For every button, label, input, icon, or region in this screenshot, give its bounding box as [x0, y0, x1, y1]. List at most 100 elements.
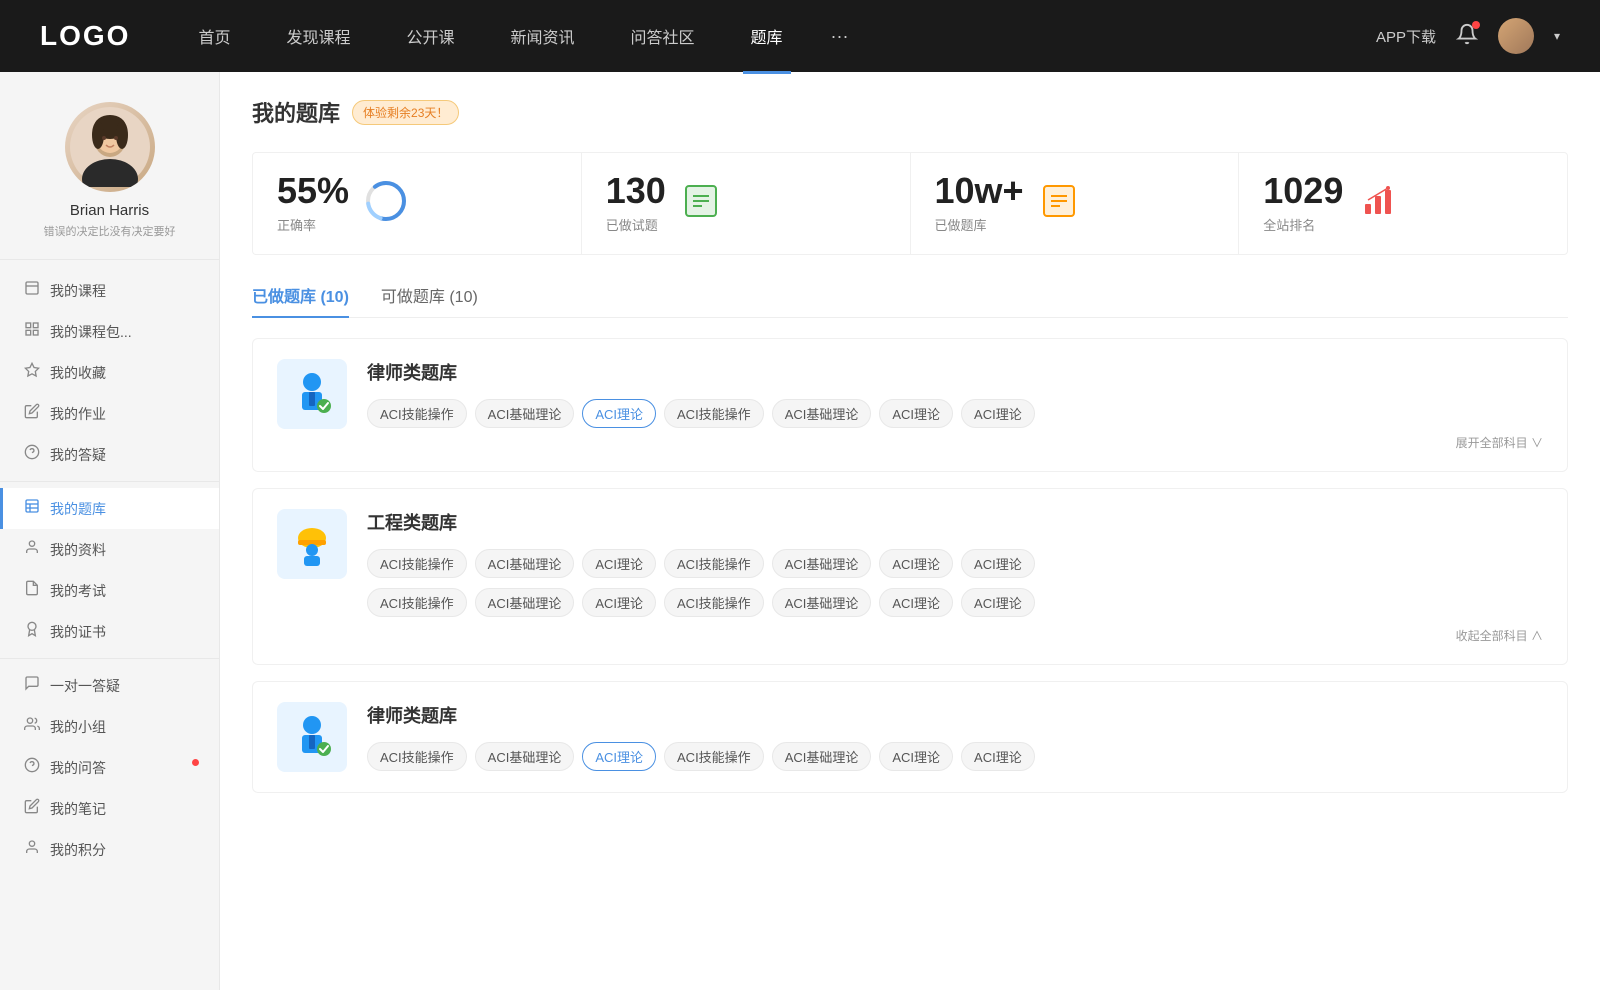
exams-icon [24, 580, 40, 601]
tab-row: 已做题库 (10) 可做题库 (10) [252, 283, 1568, 318]
tag-3-1[interactable]: ACI技能操作 [367, 742, 467, 771]
tag-2-8[interactable]: ACI技能操作 [367, 588, 467, 617]
stat-value-rank: 1029 [1263, 173, 1343, 209]
content-area: 我的题库 体验剩余23天！ 55% 正确率 [220, 72, 1600, 990]
sidebar-item-one-on-one[interactable]: 一对一答疑 [0, 665, 219, 706]
sidebar-item-my-qa[interactable]: 我的问答 [0, 747, 219, 788]
sidebar-label-homework: 我的作业 [50, 404, 106, 424]
tags-row-engineer-1: ACI技能操作 ACI基础理论 ACI理论 ACI技能操作 ACI基础理论 AC… [367, 549, 1543, 578]
tag-1-7[interactable]: ACI理论 [961, 399, 1035, 428]
stat-banks-done: 10w+ 已做题库 [911, 153, 1240, 254]
sidebar-item-group[interactable]: 我的小组 [0, 706, 219, 747]
page-title-row: 我的题库 体验剩余23天！ [252, 96, 1568, 128]
sidebar-item-courses[interactable]: 我的课程 [0, 270, 219, 311]
lawyer-icon-wrap-2 [277, 702, 347, 772]
nav-more[interactable]: ··· [831, 26, 849, 47]
tag-2-2[interactable]: ACI基础理论 [475, 549, 575, 578]
bank-content-lawyer-1: 律师类题库 ACI技能操作 ACI基础理论 ACI理论 ACI技能操作 ACI基… [367, 359, 1543, 451]
trial-badge: 体验剩余23天！ [352, 100, 459, 125]
tag-2-5[interactable]: ACI基础理论 [772, 549, 872, 578]
bank-content-lawyer-2: 律师类题库 ACI技能操作 ACI基础理论 ACI理论 ACI技能操作 ACI基… [367, 702, 1543, 771]
tag-2-14[interactable]: ACI理论 [961, 588, 1035, 617]
sidebar-item-course-packages[interactable]: 我的课程包... [0, 311, 219, 352]
sidebar-item-notes[interactable]: 我的笔记 [0, 788, 219, 829]
certificates-icon [24, 621, 40, 642]
rank-icon [1359, 182, 1397, 225]
sidebar-item-exams[interactable]: 我的考试 [0, 570, 219, 611]
tag-2-6[interactable]: ACI理论 [879, 549, 953, 578]
lawyer-icon-wrap-1 [277, 359, 347, 429]
sidebar-item-certificates[interactable]: 我的证书 [0, 611, 219, 652]
tag-3-3[interactable]: ACI理论 [582, 742, 656, 771]
sidebar-item-homework[interactable]: 我的作业 [0, 393, 219, 434]
sidebar-item-profile[interactable]: 我的资料 [0, 529, 219, 570]
tag-2-12[interactable]: ACI基础理论 [772, 588, 872, 617]
tag-1-5[interactable]: ACI基础理论 [772, 399, 872, 428]
tag-2-4[interactable]: ACI技能操作 [664, 549, 764, 578]
tag-2-9[interactable]: ACI基础理论 [475, 588, 575, 617]
banks-done-icon [1040, 182, 1078, 225]
tag-2-1[interactable]: ACI技能操作 [367, 549, 467, 578]
sidebar-label-points: 我的积分 [50, 840, 106, 860]
user-menu-chevron[interactable]: ▾ [1554, 29, 1560, 43]
sidebar-divider-2 [0, 658, 219, 659]
sidebar-label-profile: 我的资料 [50, 540, 106, 560]
tags-row-lawyer-2: ACI技能操作 ACI基础理论 ACI理论 ACI技能操作 ACI基础理论 AC… [367, 742, 1543, 771]
homework-icon [24, 403, 40, 424]
tag-1-2[interactable]: ACI基础理论 [475, 399, 575, 428]
sidebar-item-question-bank[interactable]: 我的题库 [0, 488, 219, 529]
tag-2-10[interactable]: ACI理论 [582, 588, 656, 617]
tag-2-3[interactable]: ACI理论 [582, 549, 656, 578]
nav-qa[interactable]: 问答社区 [623, 20, 703, 52]
tag-2-11[interactable]: ACI技能操作 [664, 588, 764, 617]
user-name: Brian Harris [70, 202, 149, 219]
sidebar-label-one-on-one: 一对一答疑 [50, 676, 120, 696]
expand-btn-lawyer-1[interactable]: 展开全部科目 ∨ [367, 434, 1543, 451]
sidebar-label-exams: 我的考试 [50, 581, 106, 601]
nav-home[interactable]: 首页 [190, 20, 238, 52]
nav-question-bank[interactable]: 题库 [743, 20, 791, 52]
sidebar-item-points[interactable]: 我的积分 [0, 829, 219, 870]
collapse-btn-engineer[interactable]: 收起全部科目 ∧ [367, 627, 1543, 644]
tag-2-7[interactable]: ACI理论 [961, 549, 1035, 578]
tab-available-banks[interactable]: 可做题库 (10) [381, 283, 478, 317]
nav-news[interactable]: 新闻资讯 [503, 20, 583, 52]
tag-1-4[interactable]: ACI技能操作 [664, 399, 764, 428]
tag-1-6[interactable]: ACI理论 [879, 399, 953, 428]
tags-row-lawyer-1: ACI技能操作 ACI基础理论 ACI理论 ACI技能操作 ACI基础理论 AC… [367, 399, 1543, 428]
sidebar-item-favorites[interactable]: 我的收藏 [0, 352, 219, 393]
tag-2-13[interactable]: ACI理论 [879, 588, 953, 617]
stat-label-banks: 已做题库 [935, 215, 1024, 234]
tag-3-7[interactable]: ACI理论 [961, 742, 1035, 771]
tab-done-banks[interactable]: 已做题库 (10) [252, 283, 349, 317]
stat-label-rank: 全站排名 [1263, 215, 1343, 234]
nav-open-course[interactable]: 公开课 [398, 20, 462, 52]
stat-value-accuracy: 55% [277, 173, 349, 209]
user-avatar-header[interactable] [1498, 18, 1534, 54]
sidebar-label-course-packages: 我的课程包... [50, 322, 132, 342]
user-motto: 错误的决定比没有决定要好 [44, 223, 176, 239]
tag-1-3[interactable]: ACI理论 [582, 399, 656, 428]
tag-3-6[interactable]: ACI理论 [879, 742, 953, 771]
tag-3-5[interactable]: ACI基础理论 [772, 742, 872, 771]
courses-icon [24, 280, 40, 301]
app-download-button[interactable]: APP下载 [1376, 26, 1436, 47]
favorites-icon [24, 362, 40, 383]
stat-accuracy: 55% 正确率 [253, 153, 582, 254]
logo[interactable]: LOGO [40, 20, 130, 52]
bank-title-lawyer-2: 律师类题库 [367, 702, 1543, 728]
sidebar-label-my-qa: 我的问答 [50, 758, 106, 778]
tag-1-1[interactable]: ACI技能操作 [367, 399, 467, 428]
sidebar-label-courses: 我的课程 [50, 281, 106, 301]
bank-title-lawyer-1: 律师类题库 [367, 359, 1543, 385]
profile-icon [24, 539, 40, 560]
tag-3-4[interactable]: ACI技能操作 [664, 742, 764, 771]
bank-title-engineer: 工程类题库 [367, 509, 1543, 535]
tag-3-2[interactable]: ACI基础理论 [475, 742, 575, 771]
nav-courses[interactable]: 发现课程 [278, 20, 358, 52]
notification-bell[interactable] [1456, 23, 1478, 50]
stat-value-banks: 10w+ [935, 173, 1024, 209]
user-profile: Brian Harris 错误的决定比没有决定要好 [0, 92, 219, 260]
sidebar-item-qa[interactable]: 我的答疑 [0, 434, 219, 475]
course-packages-icon [24, 321, 40, 342]
